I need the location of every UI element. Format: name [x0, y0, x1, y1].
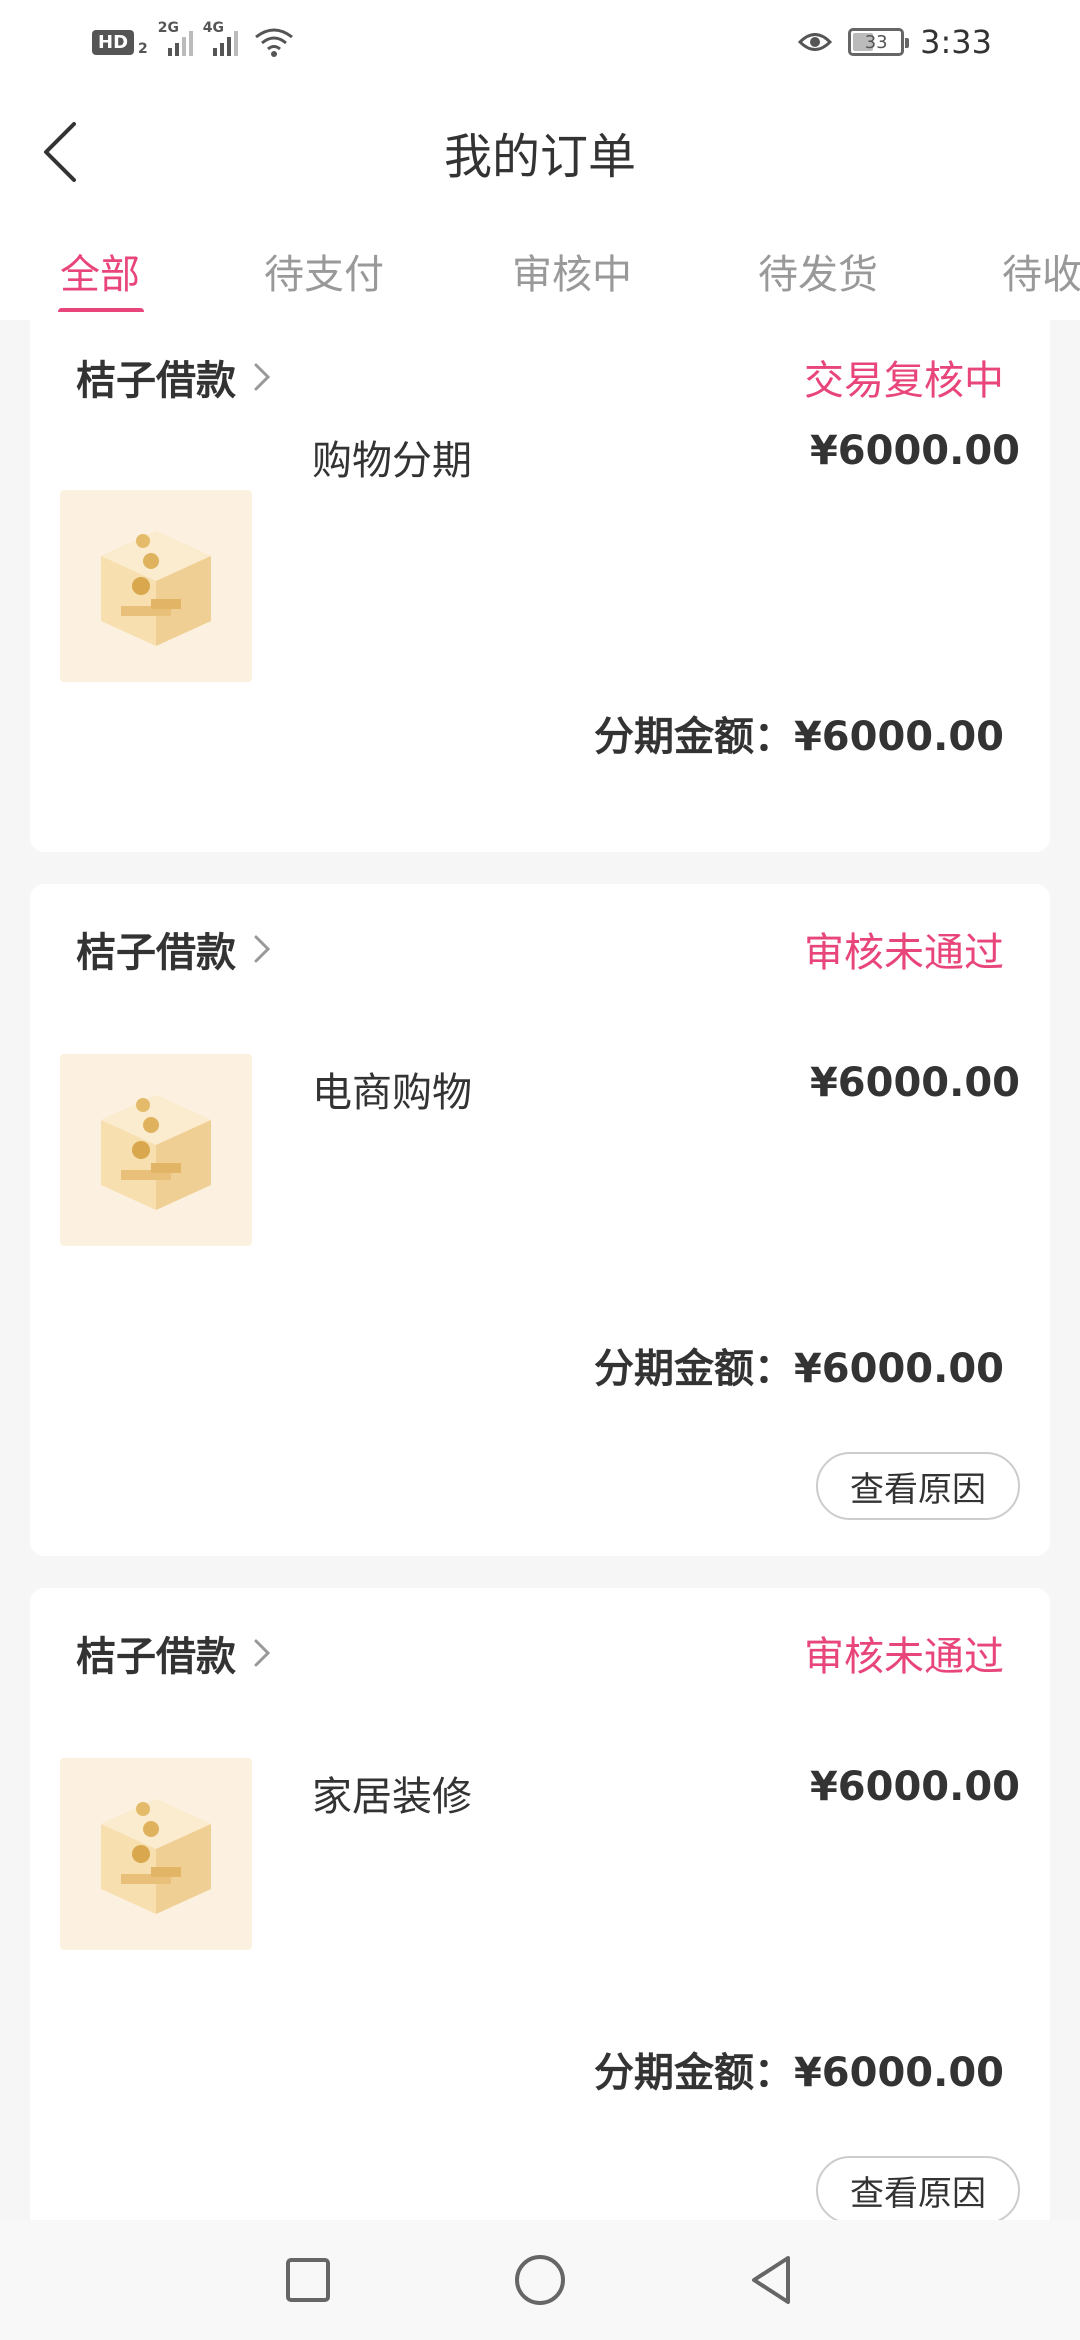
- order-card[interactable]: 桔子借款 审核未通过 家居装修 ¥6000.00 分期金额：¥6000.00 查…: [30, 1588, 1050, 2248]
- product-name: 购物分期: [312, 438, 472, 484]
- circle-icon: [515, 2255, 565, 2305]
- product-image: [60, 1054, 252, 1246]
- square-icon: [286, 2258, 330, 2302]
- installment-value: ¥6000.00: [793, 1346, 1004, 1392]
- product-image: [60, 1758, 252, 1950]
- order-tabs: 全部 待支付 审核中 待发货 待收: [0, 220, 1080, 320]
- chevron-right-icon: [254, 1639, 271, 1667]
- merchant-name: 桔子借款: [76, 930, 236, 976]
- battery-icon: 33: [848, 28, 910, 56]
- coin-box-icon: [101, 1799, 211, 1914]
- page-title: 我的订单: [443, 129, 636, 185]
- coin-box-icon: [101, 531, 211, 646]
- view-reason-button[interactable]: 查看原因: [816, 2156, 1020, 2224]
- tab-pending-receipt[interactable]: 待收: [1002, 242, 1080, 300]
- signal-4g-icon: 4G: [203, 20, 238, 56]
- system-nav-bar: [0, 2220, 1080, 2340]
- order-status: 审核未通过: [804, 1634, 1004, 1680]
- product-price: ¥6000.00: [809, 1764, 1020, 1810]
- status-right: 33 3:33: [798, 23, 992, 61]
- eye-icon: [798, 33, 833, 51]
- merchant-name: 桔子借款: [76, 1634, 236, 1680]
- tab-pending-payment[interactable]: 待支付: [264, 242, 384, 300]
- signal-4g-label: 4G: [202, 20, 224, 36]
- installment-value: ¥6000.00: [793, 2050, 1004, 2096]
- merchant-link[interactable]: 桔子借款: [76, 1624, 272, 1682]
- status-left: HD 2 2G 4G: [92, 20, 294, 57]
- tab-all[interactable]: 全部: [60, 242, 140, 300]
- order-card[interactable]: 桔子借款 审核未通过 电商购物 ¥6000.00 分期金额：¥6000.00 查…: [30, 884, 1050, 1556]
- battery-level: 33: [864, 31, 888, 53]
- order-card[interactable]: 桔子借款 交易复核中 购物分期 ¥6000.00 分期金额：¥6000.00: [30, 312, 1050, 852]
- product-name: 家居装修: [312, 1774, 472, 1820]
- coin-box-icon: [101, 1095, 211, 1210]
- signal-2g-icon: 2G: [158, 20, 193, 56]
- back-icon[interactable]: [40, 120, 80, 184]
- hd-icon: HD: [92, 29, 135, 55]
- chevron-right-icon: [254, 935, 271, 963]
- recents-button[interactable]: [278, 2220, 338, 2340]
- chevron-right-icon: [254, 363, 271, 391]
- installment-label: 分期金额：: [593, 714, 794, 760]
- signal-2g-label: 2G: [157, 20, 179, 36]
- installment-amount: 分期金额：¥6000.00: [594, 1336, 1004, 1394]
- triangle-back-icon: [752, 2256, 790, 2304]
- installment-amount: 分期金额：¥6000.00: [594, 704, 1004, 762]
- product-image: [60, 490, 252, 682]
- product-name: 电商购物: [312, 1070, 472, 1116]
- home-button[interactable]: [510, 2220, 570, 2340]
- clock: 3:33: [920, 23, 992, 61]
- order-status: 交易复核中: [804, 358, 1004, 404]
- view-reason-button[interactable]: 查看原因: [816, 1452, 1020, 1520]
- back-nav-button[interactable]: [742, 2220, 802, 2340]
- merchant-name: 桔子借款: [76, 358, 236, 404]
- merchant-link[interactable]: 桔子借款: [76, 348, 272, 406]
- product-price: ¥6000.00: [809, 428, 1020, 474]
- wifi-icon: [254, 28, 293, 57]
- app-header: 我的订单: [0, 84, 1080, 220]
- hd-sub-label: 2: [138, 41, 148, 57]
- installment-label: 分期金额：: [593, 2050, 794, 2096]
- installment-value: ¥6000.00: [793, 714, 1004, 760]
- product-price: ¥6000.00: [809, 1060, 1020, 1106]
- tab-under-review[interactable]: 审核中: [512, 242, 632, 300]
- installment-amount: 分期金额：¥6000.00: [594, 2040, 1004, 2098]
- installment-label: 分期金额：: [593, 1346, 794, 1392]
- merchant-link[interactable]: 桔子借款: [76, 920, 272, 978]
- order-status: 审核未通过: [804, 930, 1004, 976]
- tab-pending-shipment[interactable]: 待发货: [758, 242, 878, 300]
- status-bar: HD 2 2G 4G 33 3:33: [0, 0, 1080, 84]
